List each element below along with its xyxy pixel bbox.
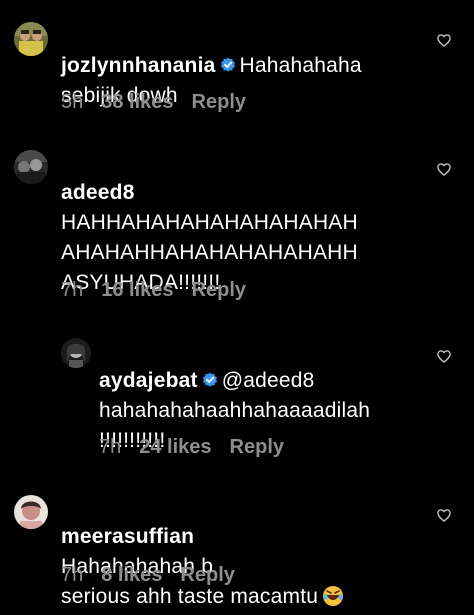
reply-button[interactable]: Reply xyxy=(180,564,234,587)
username[interactable]: jozlynnhanania xyxy=(61,54,216,77)
comment-text: adeed8 HAHHAHAHAHAHAHAHAHAH AHAHAHHAHAHA… xyxy=(61,148,451,298)
likes-count[interactable]: 38 likes xyxy=(101,91,173,114)
reply-item: aydajebat @adeed8 hahahahahaahhahaaaadila… xyxy=(0,325,474,475)
comment-meta: 5h 38 likes Reply xyxy=(61,91,246,114)
username[interactable]: adeed8 xyxy=(61,181,135,204)
verified-badge-icon xyxy=(202,372,217,387)
timestamp: 7h xyxy=(99,436,122,458)
comment-meta: 7h 24 likes Reply xyxy=(99,436,284,459)
avatar[interactable] xyxy=(61,338,91,368)
comment-meta: 7h 8 likes Reply xyxy=(61,564,235,587)
comment-item: adeed8 HAHHAHAHAHAHAHAHAHAH AHAHAHHAHAHA… xyxy=(0,130,474,325)
timestamp: 7h xyxy=(61,564,84,586)
comment-item: jozlynnhanania Hahahahaha sebijik dowh 5h… xyxy=(0,0,474,130)
avatar[interactable] xyxy=(14,495,48,529)
heart-icon[interactable] xyxy=(437,34,451,47)
verified-badge-icon xyxy=(220,57,235,72)
heart-icon[interactable] xyxy=(437,350,451,363)
comment-text: meerasuffian Hahahahahah b serious ahh t… xyxy=(61,492,431,612)
heart-icon[interactable] xyxy=(437,509,451,522)
username[interactable]: meerasuffian xyxy=(61,525,194,548)
likes-count[interactable]: 24 likes xyxy=(139,436,211,459)
avatar[interactable] xyxy=(14,150,48,184)
reply-button[interactable]: Reply xyxy=(230,436,284,459)
timestamp: 7h xyxy=(61,279,84,301)
avatar[interactable] xyxy=(14,22,48,56)
username[interactable]: aydajebat xyxy=(99,369,198,392)
comment-meta: 7h 16 likes Reply xyxy=(61,279,246,302)
likes-count[interactable]: 8 likes xyxy=(101,564,162,587)
reply-button[interactable]: Reply xyxy=(192,279,246,302)
reply-button[interactable]: Reply xyxy=(192,91,246,114)
likes-count[interactable]: 16 likes xyxy=(101,279,173,302)
heart-icon[interactable] xyxy=(437,163,451,176)
comment-item: meerasuffian Hahahahahah b serious ahh t… xyxy=(0,475,474,615)
rolling-on-floor-laughing-emoji-icon xyxy=(323,586,344,606)
timestamp: 5h xyxy=(61,91,84,113)
